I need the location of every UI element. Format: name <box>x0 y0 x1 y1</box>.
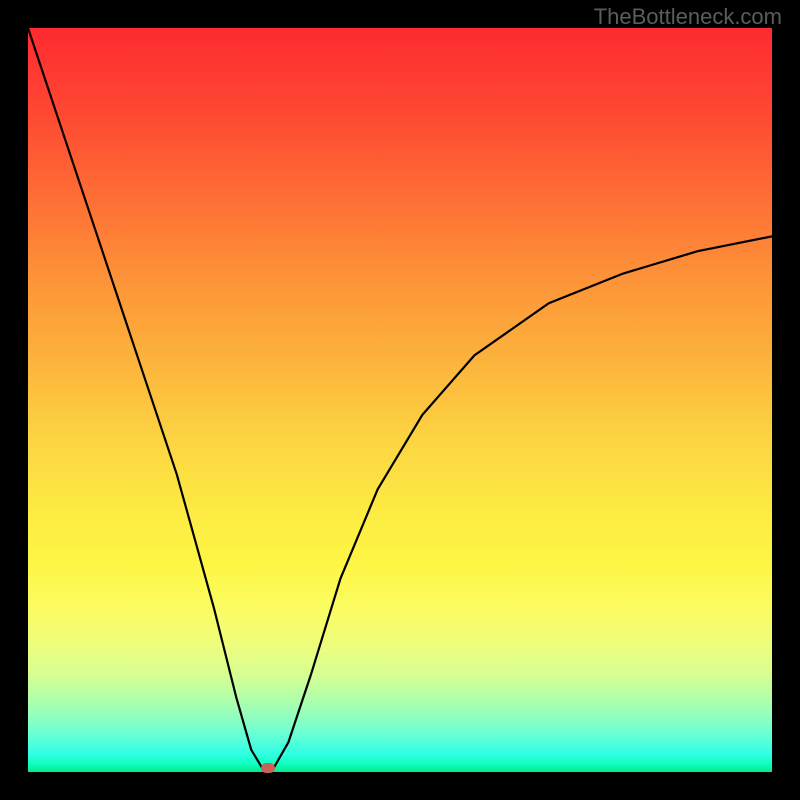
optimal-point-marker <box>261 763 275 773</box>
chart-plot-area <box>28 28 772 772</box>
bottleneck-curve <box>28 28 772 772</box>
watermark-text: TheBottleneck.com <box>594 4 782 30</box>
